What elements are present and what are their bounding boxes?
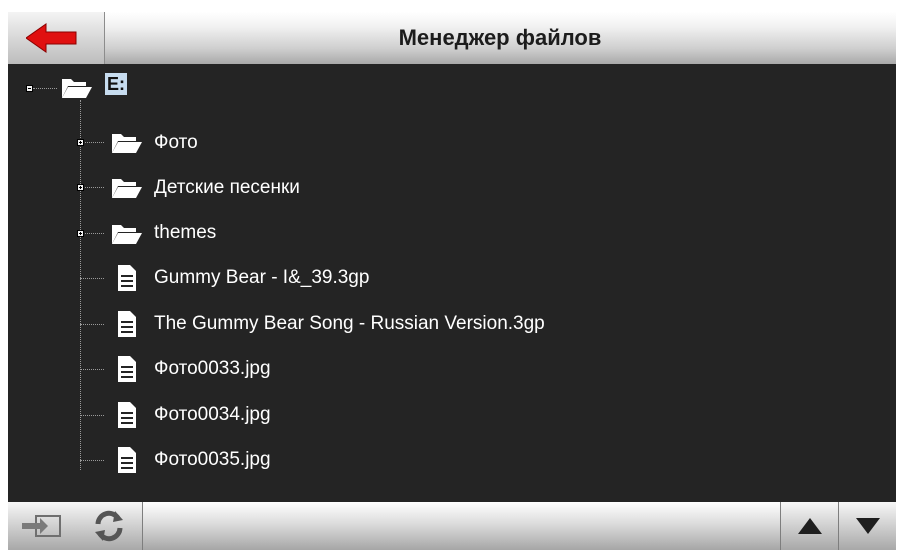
folder-open-icon bbox=[112, 225, 142, 244]
item-label: The Gummy Bear Song - Russian Version.3g… bbox=[154, 313, 545, 334]
folder-open-icon bbox=[112, 179, 142, 198]
collapse-toggle[interactable] bbox=[26, 85, 33, 92]
back-button[interactable] bbox=[8, 12, 105, 64]
file-manager-screen: Менеджер файлов E: Фото Детские песенки … bbox=[8, 12, 896, 550]
tree-connector bbox=[80, 369, 104, 370]
exit-icon bbox=[22, 515, 61, 537]
exit-button[interactable] bbox=[8, 502, 77, 550]
tree-connector bbox=[80, 278, 104, 279]
scroll-down-button[interactable] bbox=[838, 502, 896, 550]
item-label: Фото0034.jpg bbox=[154, 404, 271, 425]
tree-connector bbox=[80, 415, 104, 416]
expand-toggle[interactable] bbox=[77, 139, 84, 146]
tree-connector bbox=[80, 324, 104, 325]
tree-connector bbox=[33, 88, 57, 89]
refresh-button[interactable] bbox=[76, 502, 143, 550]
page-title: Менеджер файлов bbox=[398, 25, 602, 50]
scroll-up-button[interactable] bbox=[780, 502, 839, 550]
item-label: themes bbox=[154, 222, 217, 243]
root-drive-label[interactable]: E: bbox=[105, 73, 127, 95]
document-icon bbox=[118, 265, 136, 291]
folder-open-icon bbox=[62, 79, 92, 98]
folder-open-icon bbox=[112, 134, 142, 153]
bottom-toolbar bbox=[8, 502, 896, 550]
document-icon bbox=[118, 402, 136, 428]
item-label: Фото bbox=[154, 132, 198, 153]
document-icon bbox=[118, 356, 136, 382]
file-tree: E: Фото Детские песенки themes Gummy Bea… bbox=[8, 64, 896, 502]
title-bar: Менеджер файлов bbox=[8, 12, 896, 64]
scroll-down-icon bbox=[856, 518, 880, 534]
expand-toggle[interactable] bbox=[77, 184, 84, 191]
document-icon bbox=[118, 311, 136, 337]
document-icon bbox=[118, 447, 136, 473]
tree-connector bbox=[80, 460, 104, 461]
item-label: Фото0033.jpg bbox=[154, 358, 271, 379]
item-label: Gummy Bear - I&_39.3gp bbox=[154, 267, 370, 288]
item-label: Детские песенки bbox=[154, 177, 300, 198]
expand-toggle[interactable] bbox=[77, 230, 84, 237]
scroll-up-icon bbox=[798, 518, 822, 534]
item-label: Фото0035.jpg bbox=[154, 449, 271, 470]
refresh-icon bbox=[95, 510, 123, 542]
arrow-left-icon bbox=[26, 23, 77, 53]
